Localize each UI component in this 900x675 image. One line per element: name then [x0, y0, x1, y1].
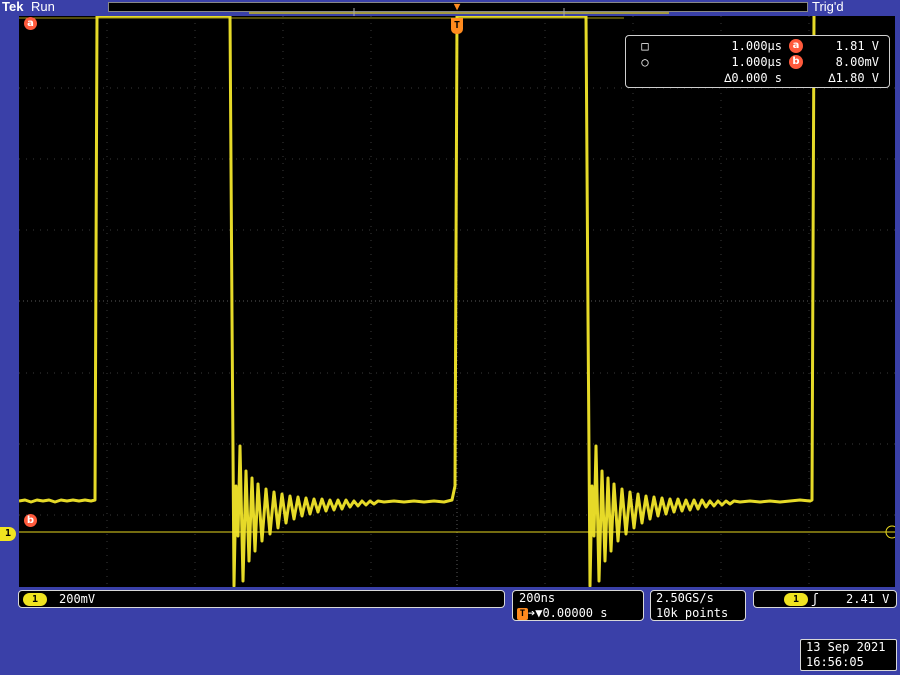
acquisition-readout[interactable]: 2.50GS/s 10k points	[650, 590, 746, 621]
ch1-ground-marker[interactable]: 1	[0, 527, 16, 541]
waveform-display[interactable]	[19, 16, 895, 587]
cursor-b-value: 8.00mV	[835, 55, 879, 69]
cursor-delta-value: ∆1.80 V	[828, 71, 879, 85]
cursor-b-label: b	[789, 55, 803, 69]
square-cursor-icon: □	[641, 39, 649, 53]
channel-1-readout[interactable]: 1 200mV	[18, 590, 505, 608]
cursor-readout-row-3: ∆0.000 s ∆1.80 V	[626, 70, 889, 86]
circle-cursor-icon: ○	[641, 55, 649, 69]
datetime-readout: 13 Sep 2021 16:56:05	[800, 639, 897, 671]
trigger-position-readout: T ➔▼0.00000 s	[517, 606, 607, 620]
trigger-position-marker[interactable]: T	[451, 18, 463, 34]
cursor-time-2: 1.000µs	[731, 55, 782, 69]
horizontal-scale: 200ns	[519, 591, 556, 605]
rising-edge-icon: ʃ	[811, 592, 819, 607]
cursor-a-label: a	[789, 39, 803, 53]
cursor-readout-row-2: ○ 1.000µs b 8.00mV	[626, 54, 889, 70]
date-label: 13 Sep 2021	[806, 640, 886, 654]
trigger-chip-icon: T	[517, 607, 528, 620]
record-length: 10k points	[656, 606, 729, 620]
timebase-readout[interactable]: 200ns T ➔▼0.00000 s	[512, 590, 644, 621]
status-bar: Tek Run Trig'd	[0, 0, 900, 18]
trigger-level: 2.41 V	[846, 592, 890, 606]
cursor-readout: □ 1.000µs a 1.81 V ○ 1.000µs b 8.00mV ∆0…	[625, 35, 890, 88]
trigger-source-chip: 1	[784, 593, 808, 606]
brand-label: Tek	[2, 0, 24, 14]
run-state: Run	[31, 0, 55, 14]
trigger-state: Trig'd	[812, 0, 844, 14]
readout-bar: 1 200mV 200ns T ➔▼0.00000 s 2.50GS/s 10k …	[0, 587, 900, 675]
cursor-time-1: 1.000µs	[731, 39, 782, 53]
graticule-and-trace	[19, 16, 895, 587]
cursor-delta-time: ∆0.000 s	[724, 71, 782, 85]
trigger-position-value: ➔▼0.00000 s	[528, 606, 608, 620]
sample-rate: 2.50GS/s	[656, 591, 714, 605]
cursor-readout-row-1: □ 1.000µs a 1.81 V	[626, 38, 889, 54]
cursor-a-badge[interactable]: a	[24, 17, 37, 30]
ch1-trace	[19, 16, 816, 587]
trigger-position-indicator-icon: ▼	[453, 0, 461, 13]
time-label: 16:56:05	[806, 655, 864, 669]
trigger-readout[interactable]: 1 ʃ 2.41 V	[753, 590, 897, 608]
cursor-a-value: 1.81 V	[835, 39, 879, 53]
channel-1-chip: 1	[23, 593, 47, 606]
channel-1-scale: 200mV	[59, 592, 96, 606]
cursor-b-badge[interactable]: b	[24, 514, 37, 527]
